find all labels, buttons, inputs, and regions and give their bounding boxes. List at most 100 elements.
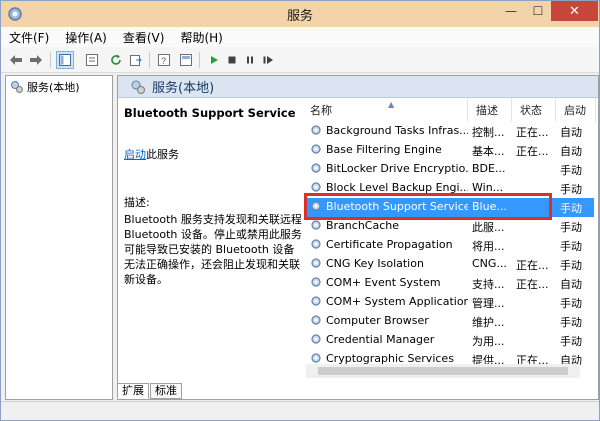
description-label: 描述: — [124, 196, 150, 209]
toolbar: ? — [1, 47, 599, 73]
close-button[interactable]: ✕ — [551, 1, 598, 21]
service-startup-type: 手动 — [560, 297, 582, 310]
restart-service-icon[interactable] — [259, 51, 277, 69]
service-row[interactable]: COM+ System Application 管理... 手动 — [306, 293, 594, 312]
service-action: 启动此服务 — [124, 146, 304, 162]
service-description: 基本... — [472, 145, 505, 158]
service-gear-icon — [310, 276, 322, 291]
service-description: 为用... — [472, 335, 505, 348]
services-gear-icon — [131, 80, 145, 94]
service-name: COM+ System Application — [326, 295, 468, 308]
service-description: 管理... — [472, 297, 505, 310]
console-tree-icon[interactable] — [56, 51, 74, 69]
back-icon[interactable] — [7, 51, 25, 69]
service-description: 支持... — [472, 278, 505, 291]
service-row[interactable]: CNG Key Isolation CNG... 正在... 手动 — [306, 255, 594, 274]
selection-highlight-box — [304, 193, 552, 220]
service-name: Computer Browser — [326, 314, 429, 327]
show-hide-icon[interactable] — [177, 51, 195, 69]
tree-item-label: 服务(本地) — [27, 81, 80, 94]
service-row[interactable]: BitLocker Drive Encryptio... BDE... 手动 — [306, 160, 594, 179]
service-startup-type: 自动 — [560, 145, 582, 158]
service-gear-icon — [310, 333, 322, 348]
service-startup-type: 手动 — [560, 335, 582, 348]
stop-service-icon[interactable] — [223, 51, 241, 69]
service-gear-icon — [310, 257, 322, 272]
toolbar-separator — [149, 52, 150, 68]
menu-view[interactable]: 查看(V) — [123, 29, 165, 46]
service-gear-icon — [310, 238, 322, 253]
service-status: 正在... — [516, 259, 549, 272]
description-panel: Bluetooth Support Service 启动此服务 描述: Blue… — [124, 106, 304, 376]
service-name: Background Tasks Infras... — [326, 124, 468, 137]
pane-title: 服务(本地) — [152, 81, 215, 96]
service-name: Base Filtering Engine — [326, 143, 442, 156]
status-bar — [1, 401, 599, 420]
service-row[interactable]: Background Tasks Infras... 控制... 正在... 自动 — [306, 122, 594, 141]
svg-text:?: ? — [161, 56, 166, 66]
tab-extended[interactable]: 扩展 — [117, 383, 149, 399]
description-text: Bluetooth 服务支持发现和关联远程 Bluetooth 设备。停止或禁用… — [124, 213, 302, 286]
service-gear-icon — [310, 162, 322, 177]
services-list: ▲ 名称 描述 状态 启动 Background Tasks Infras...… — [302, 98, 598, 378]
pane-header: 服务(本地) — [118, 76, 598, 98]
horizontal-scrollbar[interactable] — [306, 364, 580, 378]
view-tabs: 扩展 标准 — [117, 383, 183, 399]
service-startup-type: 手动 — [560, 183, 582, 196]
service-gear-icon — [310, 295, 322, 310]
refresh-icon[interactable] — [107, 51, 125, 69]
service-name: BitLocker Drive Encryptio... — [326, 162, 468, 175]
properties-icon[interactable] — [83, 51, 101, 69]
service-startup-type: 手动 — [560, 259, 582, 272]
service-gear-icon — [310, 314, 322, 329]
service-status: 正在... — [516, 126, 549, 139]
toolbar-separator — [50, 52, 51, 68]
column-header-startup[interactable]: 启动 — [556, 98, 596, 122]
service-status: 正在... — [516, 145, 549, 158]
service-name: Credential Manager — [326, 333, 435, 346]
services-window: 服务 — ☐ ✕ 文件(F) 操作(A) 查看(V) 帮助(H) ? 服务(本地… — [0, 0, 600, 421]
export-list-icon[interactable] — [127, 51, 145, 69]
service-row[interactable]: Credential Manager 为用... 手动 — [306, 331, 594, 350]
service-description: CNG... — [472, 257, 507, 270]
service-startup-type: 自动 — [560, 126, 582, 139]
toolbar-separator — [199, 52, 200, 68]
tree-item-services-local[interactable]: 服务(本地) — [10, 79, 80, 95]
service-gear-icon — [310, 124, 322, 139]
pause-service-icon[interactable] — [241, 51, 259, 69]
action-suffix: 此服务 — [146, 148, 179, 161]
service-startup-type: 手动 — [560, 202, 582, 215]
services-gear-icon — [11, 81, 23, 93]
tab-standard[interactable]: 标准 — [150, 383, 182, 399]
horizontal-scroll-thumb[interactable] — [318, 367, 568, 375]
service-gear-icon — [310, 219, 322, 234]
service-row[interactable]: Certificate Propagation 将用... 手动 — [306, 236, 594, 255]
service-startup-type: 手动 — [560, 316, 582, 329]
help-icon[interactable]: ? — [155, 51, 173, 69]
service-gear-icon — [310, 143, 322, 158]
column-header-name[interactable]: 名称 — [302, 98, 468, 122]
forward-icon[interactable] — [27, 51, 45, 69]
service-status: 正在... — [516, 278, 549, 291]
menu-action[interactable]: 操作(A) — [65, 29, 107, 46]
service-name: BranchCache — [326, 219, 400, 232]
maximize-button[interactable]: ☐ — [525, 1, 551, 21]
service-description: BDE... — [472, 162, 506, 175]
title-bar: 服务 — ☐ ✕ — [1, 1, 599, 27]
service-startup-type: 手动 — [560, 221, 582, 234]
service-row[interactable]: Base Filtering Engine 基本... 正在... 自动 — [306, 141, 594, 160]
service-description: 此服... — [472, 221, 505, 234]
column-header-status[interactable]: 状态 — [512, 98, 556, 122]
minimize-button[interactable]: — — [497, 1, 525, 21]
column-header-description[interactable]: 描述 — [468, 98, 512, 122]
service-startup-type: 手动 — [560, 240, 582, 253]
menu-file[interactable]: 文件(F) — [9, 29, 49, 46]
start-service-link[interactable]: 启动 — [124, 148, 146, 161]
service-name-heading: Bluetooth Support Service — [124, 106, 296, 120]
service-name: Certificate Propagation — [326, 238, 453, 251]
service-row[interactable]: Computer Browser 维护... 手动 — [306, 312, 594, 331]
start-service-icon[interactable] — [205, 51, 223, 69]
console-tree: 服务(本地) — [5, 75, 113, 400]
service-row[interactable]: COM+ Event System 支持... 正在... 自动 — [306, 274, 594, 293]
menu-help[interactable]: 帮助(H) — [180, 29, 222, 46]
